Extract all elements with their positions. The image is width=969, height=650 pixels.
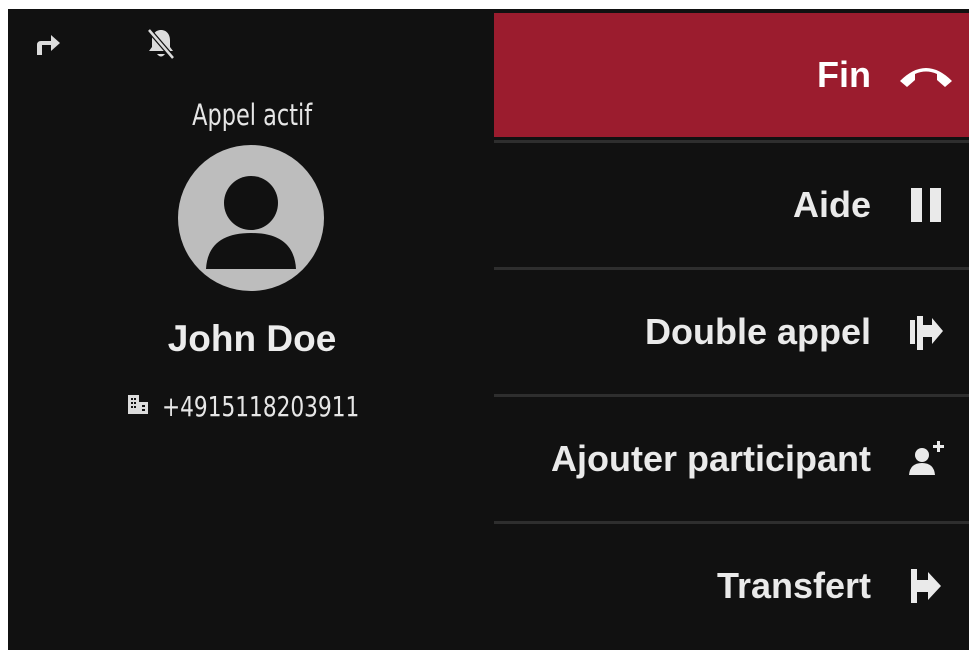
call-info-panel: Appel actif John Doe +4915118203911 [8, 9, 496, 650]
end-call-label: Fin [817, 54, 871, 95]
add-participant-button[interactable]: Ajouter participant [494, 397, 969, 521]
call-status: Appel actif [192, 98, 313, 132]
contact-number-row: +4915118203911 [126, 389, 391, 423]
hold-label: Aide [792, 184, 871, 225]
building-icon [126, 392, 150, 421]
contact-name: John Doe [167, 318, 337, 359]
hang-up-icon [895, 53, 957, 97]
end-call-button[interactable]: Fin [494, 13, 969, 137]
transfer-label: Transfert [716, 565, 871, 606]
consult-call-icon [895, 310, 957, 354]
hold-button[interactable]: Aide [494, 143, 969, 267]
call-screen: Appel actif John Doe +4915118203911 Fin … [8, 9, 969, 650]
person-icon [206, 176, 296, 269]
avatar [178, 145, 324, 291]
call-actions: Fin Aide Double appel Ajouter participan… [494, 13, 969, 650]
add-participant-label: Ajouter participant [550, 438, 871, 479]
contact-number: +4915118203911 [162, 389, 360, 423]
transfer-button[interactable]: Transfert [494, 524, 969, 648]
add-participant-icon [895, 437, 957, 481]
transfer-icon [895, 564, 957, 608]
pause-icon [895, 183, 957, 227]
consult-call-label: Double appel [644, 311, 871, 352]
consult-call-button[interactable]: Double appel [494, 270, 969, 394]
